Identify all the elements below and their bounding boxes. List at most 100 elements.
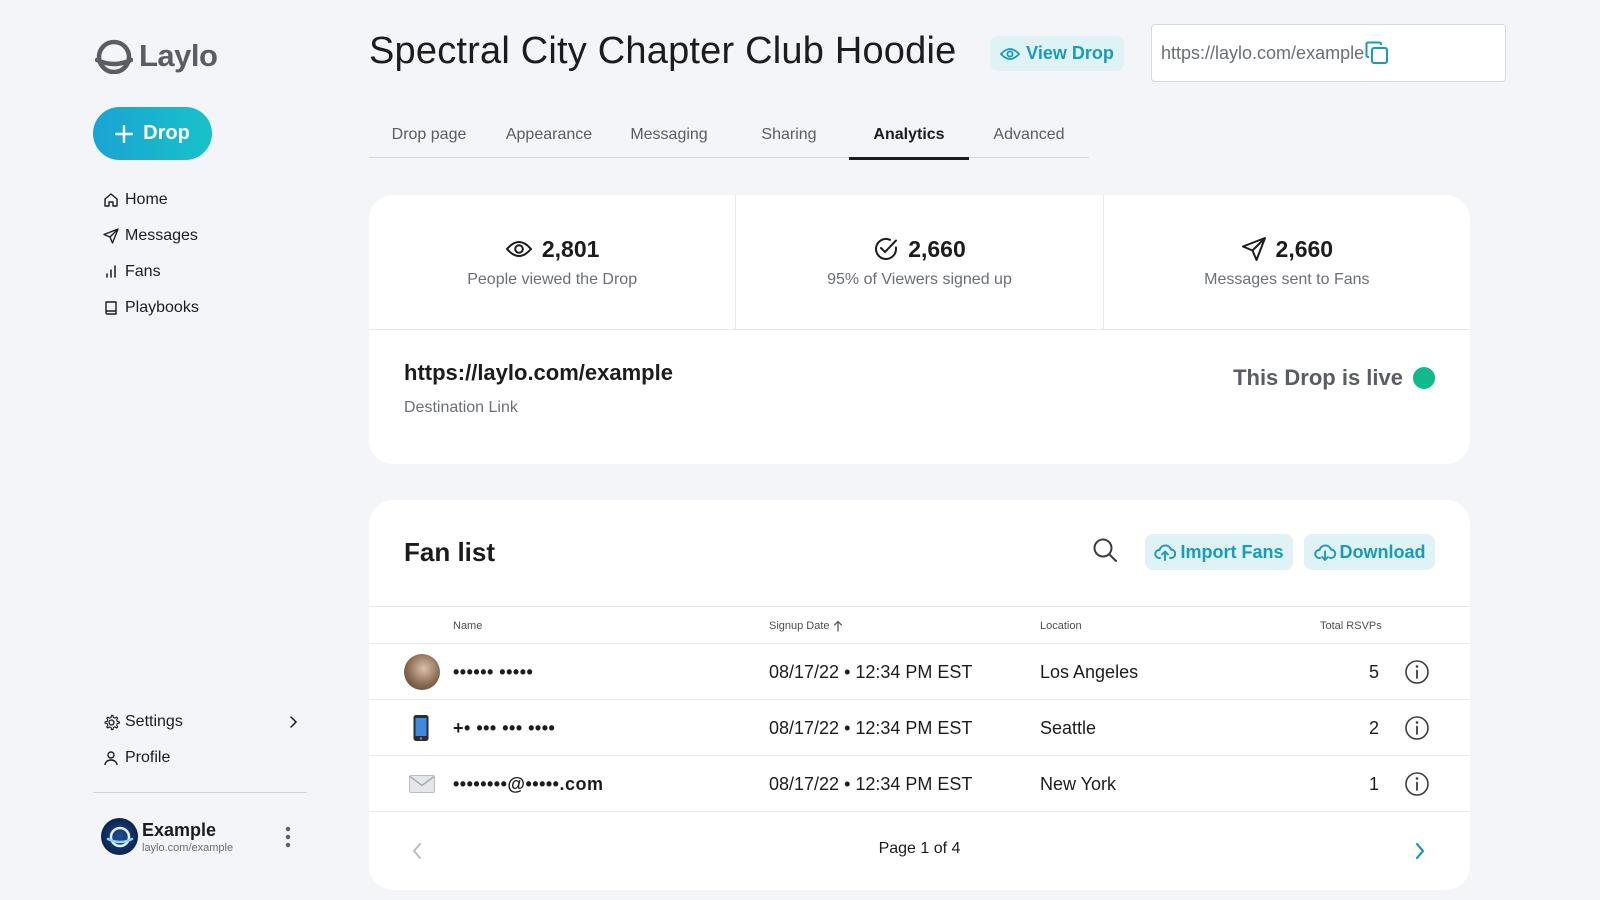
sort-ascending-icon bbox=[833, 620, 843, 632]
location: Seattle bbox=[1040, 717, 1097, 738]
avatar bbox=[404, 654, 440, 690]
chevron-right-icon[interactable] bbox=[1414, 842, 1426, 860]
table-row[interactable]: •••••• ••••• 08/17/22 • 12:34 PM EST Los… bbox=[369, 644, 1470, 700]
destination-label: Destination Link bbox=[404, 399, 518, 416]
cloud-upload-icon bbox=[1154, 543, 1177, 561]
avatar bbox=[101, 818, 138, 855]
account-name: Example bbox=[142, 819, 217, 840]
stat-label: People viewed the Drop bbox=[467, 270, 638, 288]
page-title: Spectral City Chapter Club Hoodie bbox=[369, 30, 957, 72]
home-icon bbox=[102, 191, 120, 209]
fan-list-title: Fan list bbox=[404, 537, 496, 567]
import-fans-button[interactable]: Import Fans bbox=[1145, 534, 1293, 570]
table-row[interactable]: +• ••• ••• •••• 08/17/22 • 12:34 PM EST … bbox=[369, 700, 1470, 756]
view-drop-button[interactable]: View Drop bbox=[990, 36, 1124, 71]
signup-date: 08/17/22 • 12:34 PM EST bbox=[769, 717, 973, 738]
total-rsvps: 2 bbox=[1368, 717, 1379, 738]
download-button[interactable]: Download bbox=[1304, 534, 1435, 570]
column-header-name[interactable]: Name bbox=[453, 620, 482, 632]
stat-value: 2,801 bbox=[541, 235, 600, 262]
create-drop-button[interactable]: Drop bbox=[93, 107, 212, 160]
info-icon[interactable] bbox=[1404, 644, 1430, 700]
page-indicator: Page 1 of 4 bbox=[878, 840, 961, 857]
account-url: laylo.com/example bbox=[142, 841, 234, 854]
location: Los Angeles bbox=[1040, 661, 1139, 682]
sidebar-item-label: Playbooks bbox=[125, 299, 199, 316]
drop-tabs: Drop page Appearance Messaging Sharing A… bbox=[369, 112, 1089, 160]
copy-icon[interactable] bbox=[1364, 40, 1491, 66]
envelope-icon bbox=[409, 756, 435, 812]
account-info: Example laylo.com/example bbox=[142, 820, 233, 854]
fan-avatar bbox=[404, 644, 440, 700]
laylo-logo[interactable]: Laylo bbox=[95, 38, 218, 74]
fan-table-header: Name Signup Date Location Total RSVPs bbox=[369, 606, 1470, 644]
view-drop-label: View Drop bbox=[1026, 43, 1114, 63]
account-switcher[interactable]: Example laylo.com/example bbox=[101, 818, 301, 855]
sidebar: Laylo Drop Home Messages Fans Playbooks … bbox=[0, 0, 330, 900]
sidebar-item-messages[interactable]: Messages bbox=[102, 218, 199, 254]
book-icon bbox=[102, 299, 120, 317]
sidebar-item-fans[interactable]: Fans bbox=[102, 254, 199, 290]
live-indicator bbox=[1413, 367, 1435, 389]
stat-label: 95% of Viewers signed up bbox=[827, 270, 1012, 288]
bar-chart-icon bbox=[102, 263, 120, 281]
sidebar-item-profile[interactable]: Profile bbox=[102, 740, 298, 776]
signup-date: 08/17/22 • 12:34 PM EST bbox=[769, 773, 973, 794]
tab-advanced[interactable]: Advanced bbox=[969, 112, 1089, 158]
fan-name: +• ••• ••• •••• bbox=[453, 717, 556, 738]
tab-messaging[interactable]: Messaging bbox=[609, 112, 729, 158]
live-status: This Drop is live bbox=[1233, 365, 1435, 391]
search-icon[interactable] bbox=[1092, 537, 1118, 563]
sidebar-divider bbox=[93, 792, 307, 793]
live-status-text: This Drop is live bbox=[1233, 365, 1403, 390]
stats-row: 2,801 People viewed the Drop 2,660 95% o… bbox=[369, 195, 1470, 330]
sidebar-item-label: Fans bbox=[125, 263, 161, 280]
sidebar-item-label: Profile bbox=[125, 749, 171, 766]
stat-signups: 2,660 95% of Viewers signed up bbox=[736, 195, 1104, 329]
send-icon bbox=[1241, 236, 1267, 262]
column-header-total-rsvps[interactable]: Total RSVPs bbox=[1320, 620, 1382, 632]
laylo-logo-icon bbox=[95, 38, 133, 74]
column-header-signup-date[interactable]: Signup Date bbox=[769, 620, 843, 632]
download-label: Download bbox=[1339, 541, 1426, 562]
signup-date: 08/17/22 • 12:34 PM EST bbox=[769, 661, 973, 682]
sidebar-item-label: Home bbox=[125, 191, 168, 208]
tab-drop-page[interactable]: Drop page bbox=[369, 112, 489, 158]
info-icon[interactable] bbox=[1404, 700, 1430, 756]
eye-icon bbox=[505, 239, 533, 259]
total-rsvps: 5 bbox=[1368, 661, 1379, 682]
eye-icon bbox=[1000, 47, 1021, 61]
destination-link-block: https://laylo.com/example Destination Li… bbox=[404, 360, 673, 417]
main-nav: Home Messages Fans Playbooks bbox=[102, 182, 199, 326]
stat-label: Messages sent to Fans bbox=[1204, 270, 1370, 288]
check-circle-icon bbox=[873, 236, 899, 262]
chevron-right-icon bbox=[288, 715, 298, 729]
stat-value: 2,660 bbox=[908, 235, 966, 262]
column-header-label: Signup Date bbox=[769, 620, 830, 632]
tab-appearance[interactable]: Appearance bbox=[489, 112, 609, 158]
share-url-text: https://laylo.com/example bbox=[1161, 42, 1365, 63]
destination-url[interactable]: https://laylo.com/example bbox=[404, 360, 673, 386]
tab-analytics[interactable]: Analytics bbox=[849, 112, 969, 160]
more-options-icon[interactable] bbox=[285, 826, 291, 848]
fan-list-card: Fan list Import Fans Download Name Signu… bbox=[369, 500, 1470, 890]
sidebar-item-home[interactable]: Home bbox=[102, 182, 199, 218]
phone-icon bbox=[412, 700, 430, 756]
share-url-field[interactable]: https://laylo.com/example bbox=[1151, 24, 1506, 82]
info-icon[interactable] bbox=[1404, 756, 1430, 812]
sidebar-item-label: Messages bbox=[125, 227, 198, 244]
table-row[interactable]: ••••••••@•••••.com 08/17/22 • 12:34 PM E… bbox=[369, 756, 1470, 812]
gear-icon bbox=[102, 713, 120, 731]
sidebar-item-settings[interactable]: Settings bbox=[102, 704, 298, 740]
secondary-nav: Settings Profile bbox=[102, 704, 298, 776]
cloud-download-icon bbox=[1313, 543, 1336, 561]
tab-sharing[interactable]: Sharing bbox=[729, 112, 849, 158]
column-header-location[interactable]: Location bbox=[1040, 620, 1082, 632]
fan-name: •••••• ••••• bbox=[453, 661, 534, 682]
sidebar-item-label: Settings bbox=[125, 713, 183, 730]
pagination: Page 1 of 4 bbox=[369, 813, 1470, 890]
plus-icon bbox=[115, 124, 134, 143]
sidebar-item-playbooks[interactable]: Playbooks bbox=[102, 290, 199, 326]
analytics-summary-card: 2,801 People viewed the Drop 2,660 95% o… bbox=[369, 195, 1470, 464]
fan-name: ••••••••@•••••.com bbox=[453, 773, 604, 794]
